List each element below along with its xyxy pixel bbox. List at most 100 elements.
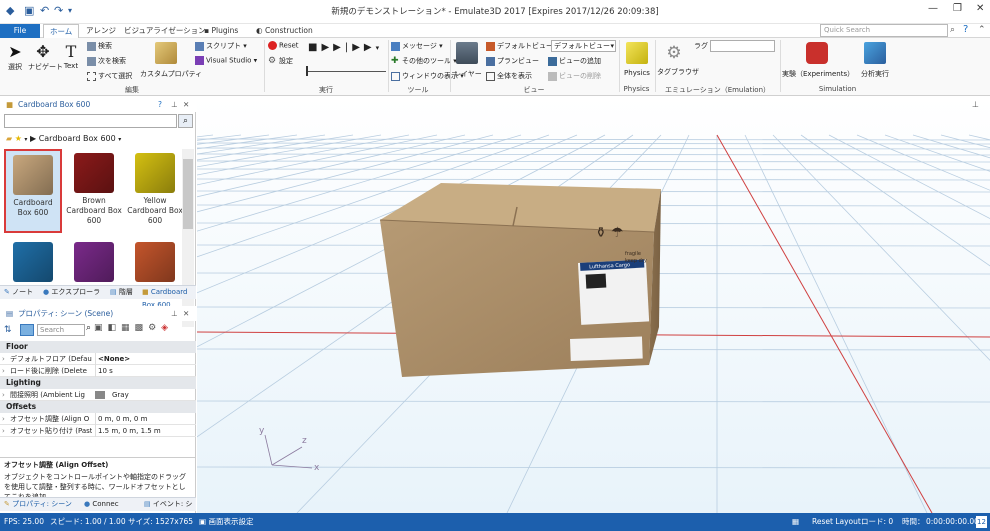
window-display-button[interactable]: ウィンドウの表示 ▾	[391, 71, 464, 81]
property-row[interactable]: › 間接照明 (Ambient Lig Gray	[0, 389, 196, 401]
tag-browser-button[interactable]: ⚙ タグブラウザ	[657, 42, 699, 77]
sort-icon[interactable]: ⇅	[4, 325, 12, 335]
property-category[interactable]: Offsets	[0, 401, 196, 413]
run-settings-button[interactable]: ⚙ 設定	[268, 56, 293, 66]
custom-property-button[interactable]: カスタムプロパティ	[140, 42, 202, 79]
plan-view-button[interactable]: プランビュー	[486, 56, 539, 66]
chevron-down-icon[interactable]: ▾	[118, 136, 121, 143]
experiments-button[interactable]: 実験（Experiments）	[782, 42, 854, 79]
tab-properties-1[interactable]: ● Connec	[84, 498, 119, 511]
search-button[interactable]: 検索	[87, 41, 112, 51]
reset-button[interactable]: Reset	[268, 41, 299, 50]
other-tools-button[interactable]: ✚ その他のツール ▾	[391, 56, 457, 66]
tab-construction[interactable]: ◐ Construction	[250, 24, 319, 38]
catalog-item[interactable]: Purple	[65, 238, 123, 285]
navigate-button[interactable]: ✥ ナビゲート	[28, 42, 63, 72]
categorized-icon[interactable]	[20, 324, 34, 336]
physics-button[interactable]: Physics	[622, 42, 652, 77]
show-all-button[interactable]: 全体を表示	[486, 71, 532, 81]
close-icon[interactable]: ✕	[976, 3, 984, 14]
quick-search-input[interactable]: Quick Search	[820, 24, 948, 37]
expand-icon[interactable]: ›	[2, 389, 5, 401]
properties-search-icon[interactable]: ⌕	[86, 323, 91, 333]
property-category[interactable]: Lighting	[0, 377, 196, 389]
property-row[interactable]: › オフセット調整 (Align O 0 m, 0 m, 0 m	[0, 413, 196, 425]
catalog-item[interactable]: Brown Cardboard Box 600	[65, 149, 123, 233]
property-value[interactable]: 1.5 m, 0 m, 1.5 m	[95, 425, 161, 437]
tab-catalog-0[interactable]: ✎ ノート	[4, 286, 33, 299]
tab-home[interactable]: ホーム	[43, 24, 80, 38]
notification-badge[interactable]: 12	[976, 516, 987, 528]
tab-plugins[interactable]: ▪ Plugins	[198, 24, 244, 38]
viewport-pin-icon[interactable]: ⊥	[972, 100, 979, 109]
distributed-run-button[interactable]: 分析実行	[856, 42, 894, 79]
tab-catalog-2[interactable]: ▤ 階層	[110, 286, 133, 299]
catalog-scrollbar-thumb[interactable]	[183, 159, 193, 229]
property-row[interactable]: › ロード後に削除 (Delete 10 s	[0, 365, 196, 377]
property-value[interactable]: Gray	[110, 389, 129, 401]
tab-catalog-1[interactable]: ● エクスプローラ	[43, 286, 100, 299]
catalog-help-icon[interactable]: ?	[158, 97, 162, 112]
undo-icon[interactable]: ↶	[40, 4, 49, 17]
view-select[interactable]: デフォルトビュー ▾	[551, 40, 616, 52]
catalog-item[interactable]: Salmon	[126, 238, 182, 285]
property-row[interactable]: › デフォルトフロア (Default <None>	[0, 353, 196, 365]
chevron-down-icon[interactable]: ▾	[24, 136, 27, 143]
catalog-pin-icon[interactable]: ⊥	[171, 97, 178, 112]
catalog-item[interactable]: Cardboard Box 600	[4, 149, 62, 233]
tag-input[interactable]	[710, 40, 775, 52]
select-all-button[interactable]: すべて選択	[87, 71, 132, 81]
default-view-button[interactable]: デフォルトビュー	[486, 41, 553, 51]
delete-view-button[interactable]: ビューの削除	[548, 71, 601, 81]
settings-icon[interactable]: ⚙	[148, 323, 161, 333]
scene-canvas[interactable]: Lufthansa Cargo ⚱ ☂ fragile keep dry y z…	[197, 97, 990, 513]
property-row[interactable]: › オフセット貼り付け (Paste 1.5 m, 0 m, 1.5 m	[0, 425, 196, 437]
properties-pin-icon[interactable]: ⊥	[171, 306, 178, 321]
catalog-search-input[interactable]	[4, 114, 177, 128]
properties-close-icon[interactable]: ✕	[183, 306, 189, 321]
save-icon[interactable]: ▣	[24, 4, 34, 17]
redo-icon[interactable]: ↷	[54, 4, 63, 17]
properties-search-input[interactable]: Search	[37, 324, 85, 336]
script-button[interactable]: スクリプト ▾	[195, 41, 247, 51]
filter-icon[interactable]: ▦	[121, 323, 135, 333]
catalog-item[interactable]: Blue Cardboard	[4, 238, 62, 285]
grid-icon[interactable]: ▩	[135, 323, 149, 333]
property-category[interactable]: Floor	[0, 341, 196, 353]
layers-button[interactable]: レイヤー	[454, 42, 482, 79]
help-icon[interactable]: ?	[963, 24, 968, 35]
catalog-breadcrumb-label[interactable]: Cardboard Box 600	[39, 134, 116, 143]
visual-studio-button[interactable]: Visual Studio ▾	[195, 56, 257, 65]
paste-icon[interactable]: ◧	[108, 323, 122, 333]
text-button[interactable]: T Text	[60, 42, 82, 70]
catalog-search-icon[interactable]: ⌕	[178, 114, 193, 128]
tab-arrange[interactable]: アレンジ	[80, 24, 122, 38]
expand-icon[interactable]: ›	[2, 365, 5, 377]
minimize-icon[interactable]: —	[928, 3, 938, 14]
messages-button[interactable]: メッセージ ▾	[391, 41, 443, 51]
quick-access-menu-icon[interactable]: ▾	[68, 6, 72, 15]
delete-icon[interactable]: ◈	[161, 323, 173, 333]
tab-properties-0[interactable]: ✎ プロパティ: シーン	[4, 498, 72, 511]
play-icon[interactable]: ▶	[321, 42, 333, 53]
select-button[interactable]: ➤ 選択	[5, 42, 25, 72]
copy-icon[interactable]: ▣	[94, 323, 108, 333]
expand-icon[interactable]: ›	[2, 425, 5, 437]
property-value[interactable]: 0 m, 0 m, 0 m	[95, 413, 147, 425]
expand-icon[interactable]: ›	[2, 413, 5, 425]
add-view-button[interactable]: ビューの追加	[548, 56, 601, 66]
search-icon[interactable]: ⌕	[950, 25, 955, 35]
display-settings-button[interactable]: ▣ 画面表示設定	[199, 513, 253, 531]
catalog-item[interactable]: Yellow Cardboard Box 600	[126, 149, 182, 233]
run-menu-icon[interactable]: ▾	[376, 44, 384, 52]
expand-icon[interactable]: ›	[2, 353, 5, 365]
speed-slider[interactable]	[306, 71, 386, 72]
property-value[interactable]: 10 s	[95, 365, 113, 377]
reset-layout-button[interactable]: Reset Layout	[812, 513, 861, 531]
3d-viewport[interactable]: Lufthansa Cargo ⚱ ☂ fragile keep dry y z…	[197, 97, 990, 513]
speed-slider-thumb[interactable]	[306, 66, 308, 76]
property-value[interactable]: <None>	[95, 353, 130, 365]
fast-forward-icon[interactable]: ▶▶	[352, 42, 375, 53]
ribbon-collapse-icon[interactable]: ⌃	[978, 25, 986, 35]
maximize-icon[interactable]: ❐	[953, 3, 962, 14]
